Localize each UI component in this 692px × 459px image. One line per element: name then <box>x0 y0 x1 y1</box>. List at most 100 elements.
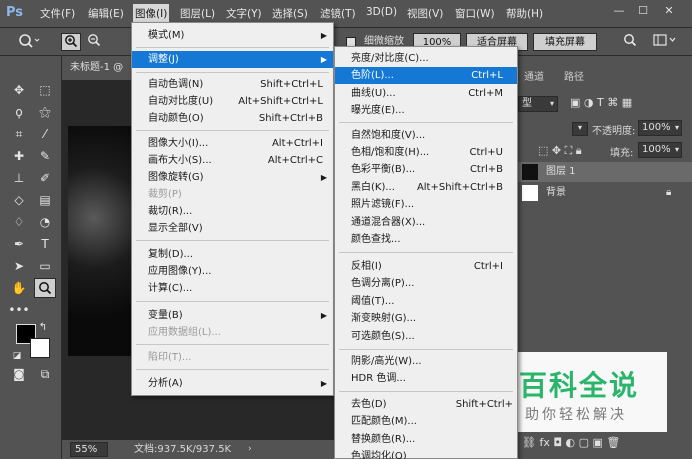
menu-item-shadows-highlights[interactable]: 阴影/高光(W)... <box>335 353 517 370</box>
filter-icons[interactable]: ▣ ◑ T ⌘ ▦ <box>570 96 632 109</box>
zoom-in-icon[interactable] <box>61 33 81 51</box>
status-bar: 55% 文档:937.5K/937.5K › <box>62 440 342 459</box>
quick-mask-icon[interactable]: ◙ <box>8 364 30 384</box>
gradient-tool-icon[interactable]: ▤ <box>34 190 56 210</box>
minimize-icon[interactable]: — <box>610 3 628 19</box>
menu-item-reveal-all[interactable]: 显示全部(V) <box>132 220 333 237</box>
stamp-tool-icon[interactable]: ⊥ <box>8 168 30 188</box>
opacity-field[interactable]: 100% ▾ <box>638 120 682 136</box>
menu-item-desaturate[interactable]: 去色(D) Shift+Ctrl+ <box>335 396 517 413</box>
move-tool-icon[interactable]: ✥ <box>8 80 30 100</box>
tab-channels[interactable]: 通道 <box>524 68 544 83</box>
menu-item-auto-tone[interactable]: 自动色调(N) Shift+Ctrl+L <box>132 76 333 93</box>
menu-item-levels[interactable]: 色阶(L)... Ctrl+L <box>335 67 517 84</box>
default-colors-icon[interactable]: ◪ <box>10 346 24 366</box>
menu-item-trim[interactable]: 裁切(R)... <box>132 203 333 220</box>
menu-item-brightness-contrast[interactable]: 亮度/对比度(C)... <box>335 50 517 67</box>
layer-actions-bar[interactable]: ⛓ fx ◘ ◐ ▢ ▣ 🗑︎ <box>518 436 692 454</box>
layer-kind-filter[interactable]: 型 ▾ <box>518 96 558 112</box>
menu-item-mode[interactable]: 模式(M) ▶ <box>132 27 333 44</box>
menu-item-selective-color[interactable]: 可选颜色(S)... <box>335 328 517 345</box>
menu-item-gradient-map[interactable]: 渐变映射(G)... <box>335 310 517 327</box>
dodge-tool-icon[interactable]: ◔ <box>34 212 56 232</box>
menu-item-adjustments[interactable]: 调整(J) ▶ <box>132 51 333 68</box>
workspace-icon[interactable] <box>650 33 680 51</box>
hand-tool-icon[interactable]: ✋ <box>8 278 30 298</box>
healing-brush-icon[interactable]: ✚ <box>8 146 30 166</box>
menu-item-vibrance[interactable]: 自然饱和度(V)... <box>335 127 517 144</box>
menu-3d[interactable]: 3D(D) <box>366 6 397 18</box>
path-select-icon[interactable]: ➤ <box>8 256 30 276</box>
layer-row[interactable]: 背景 🔒︎ <box>518 183 692 203</box>
background-color-swatch[interactable] <box>30 338 50 358</box>
menu-item-hdr-toning[interactable]: HDR 色调... <box>335 370 517 387</box>
zoom-level-field[interactable]: 55% <box>70 442 108 457</box>
menu-image[interactable]: 图像(I) <box>133 4 170 24</box>
close-icon[interactable]: ✕ <box>660 3 678 19</box>
type-tool-icon[interactable]: T <box>34 234 56 254</box>
maximize-icon[interactable]: ☐ <box>634 3 652 19</box>
menu-file[interactable]: 文件(F) <box>40 6 75 21</box>
menu-item-replace-color[interactable]: 替换颜色(R)... <box>335 431 517 448</box>
menu-item-variables[interactable]: 变量(B) ▶ <box>132 307 333 324</box>
blend-mode-chevron-icon[interactable]: ▾ <box>572 122 588 136</box>
menu-type[interactable]: 文字(Y) <box>226 6 262 21</box>
magic-wand-icon[interactable]: ⚝ <box>34 102 56 122</box>
menu-layer[interactable]: 图层(L) <box>180 6 215 21</box>
menu-item-analysis[interactable]: 分析(A) ▶ <box>132 375 333 392</box>
search-icon[interactable] <box>620 33 640 51</box>
menu-view[interactable]: 视图(V) <box>407 6 443 21</box>
crop-tool-icon[interactable]: ⌗ <box>8 124 30 144</box>
history-brush-icon[interactable]: ✐ <box>34 168 56 188</box>
menu-item-match-color[interactable]: 匹配颜色(M)... <box>335 413 517 430</box>
lasso-tool-icon[interactable]: ϙ <box>8 102 30 122</box>
menu-item-posterize[interactable]: 色调分离(P)... <box>335 275 517 292</box>
brush-tool-icon[interactable]: ✎ <box>34 146 56 166</box>
menu-item-auto-color[interactable]: 自动颜色(O) Shift+Ctrl+B <box>132 110 333 127</box>
blur-tool-icon[interactable]: ♢ <box>8 212 30 232</box>
menu-help[interactable]: 帮助(H) <box>506 6 543 21</box>
menu-item-channel-mixer[interactable]: 通道混合器(X)... <box>335 214 517 231</box>
pen-tool-icon[interactable]: ✒ <box>8 234 30 254</box>
tab-paths[interactable]: 路径 <box>564 68 584 83</box>
more-tools-icon[interactable]: ••• <box>8 300 30 320</box>
menu-select[interactable]: 选择(S) <box>272 6 308 21</box>
menu-item-calculations[interactable]: 计算(C)... <box>132 280 333 297</box>
menu-item-curves[interactable]: 曲线(U)... Ctrl+M <box>335 85 517 102</box>
swap-colors-icon[interactable]: ↰ <box>36 318 50 338</box>
menu-item-photo-filter[interactable]: 照片滤镜(F)... <box>335 196 517 213</box>
layer-row[interactable]: 图层 1 <box>518 162 692 182</box>
lock-icons[interactable]: ⬚ ✥ ⛶ 🔒︎ <box>538 144 582 158</box>
eraser-tool-icon[interactable]: ◇ <box>8 190 30 210</box>
menu-item-color-lookup[interactable]: 颜色查找... <box>335 231 517 248</box>
menu-item-exposure[interactable]: 曝光度(E)... <box>335 102 517 119</box>
menu-item-hue-saturation[interactable]: 色相/饱和度(H)... Ctrl+U <box>335 144 517 161</box>
menu-item-duplicate[interactable]: 复制(D)... <box>132 246 333 263</box>
menu-item-equalize[interactable]: 色调均化(Q) <box>335 448 517 459</box>
menu-item-canvas-size[interactable]: 画布大小(S)... Alt+Ctrl+C <box>132 152 333 169</box>
menu-item-invert[interactable]: 反相(I) Ctrl+I <box>335 258 517 275</box>
rectangle-tool-icon[interactable]: ▭ <box>34 256 56 276</box>
screen-mode-icon[interactable]: ⧉ <box>34 364 56 384</box>
fill-field[interactable]: 100% ▾ <box>638 142 682 158</box>
menu-window[interactable]: 窗口(W) <box>455 6 495 21</box>
menu-item-color-balance[interactable]: 色彩平衡(B)... Ctrl+B <box>335 161 517 178</box>
zoom-tool-active-icon[interactable] <box>34 278 56 298</box>
menu-edit[interactable]: 编辑(E) <box>88 6 124 21</box>
menu-item-image-rotation[interactable]: 图像旋转(G) ▶ <box>132 169 333 186</box>
menu-item-image-size[interactable]: 图像大小(I)... Alt+Ctrl+I <box>132 135 333 152</box>
menu-item-apply-image[interactable]: 应用图像(Y)... <box>132 263 333 280</box>
menu-item-threshold[interactable]: 阈值(T)... <box>335 293 517 310</box>
menu-item-auto-contrast[interactable]: 自动对比度(U) Alt+Shift+Ctrl+L <box>132 93 333 110</box>
fill-screen-button[interactable]: 填充屏幕 <box>533 33 597 51</box>
document-tab[interactable]: 未标题-1 @ <box>62 56 138 80</box>
zoom-out-icon[interactable] <box>84 33 104 51</box>
eyedropper-icon[interactable]: ⁄ <box>34 124 56 144</box>
canvas-image[interactable] <box>68 126 132 356</box>
zoom-tool-icon[interactable] <box>14 33 44 51</box>
menu-item-black-white[interactable]: 黑白(K)... Alt+Shift+Ctrl+B <box>335 179 517 196</box>
document-info[interactable]: 文档:937.5K/937.5K <box>134 440 231 459</box>
menu-filter[interactable]: 滤镜(T) <box>320 6 356 21</box>
status-arrow-icon[interactable]: › <box>248 440 252 459</box>
marquee-tool-icon[interactable]: ⬚ <box>34 80 56 100</box>
